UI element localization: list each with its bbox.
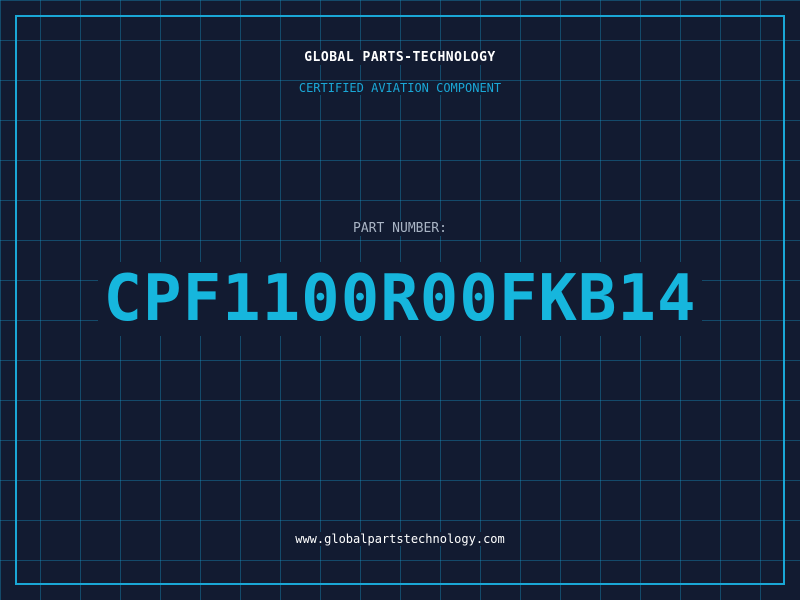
part-number-label-text: PART NUMBER: [349, 221, 451, 236]
website-url: www.globalpartstechnology.com [0, 531, 800, 547]
part-number-label: PART NUMBER: [0, 220, 800, 237]
part-number-value-text: CPF1100R00FKB14 [97, 262, 703, 336]
website-url-text: www.globalpartstechnology.com [291, 532, 509, 546]
certification-tagline-text: CERTIFIED AVIATION COMPONENT [294, 81, 506, 95]
company-title: GLOBAL PARTS-TECHNOLOGY [0, 49, 800, 67]
part-number-value: CPF1100R00FKB14 [0, 262, 800, 336]
company-title-text: GLOBAL PARTS-TECHNOLOGY [300, 50, 500, 65]
certification-tagline: CERTIFIED AVIATION COMPONENT [0, 80, 800, 96]
